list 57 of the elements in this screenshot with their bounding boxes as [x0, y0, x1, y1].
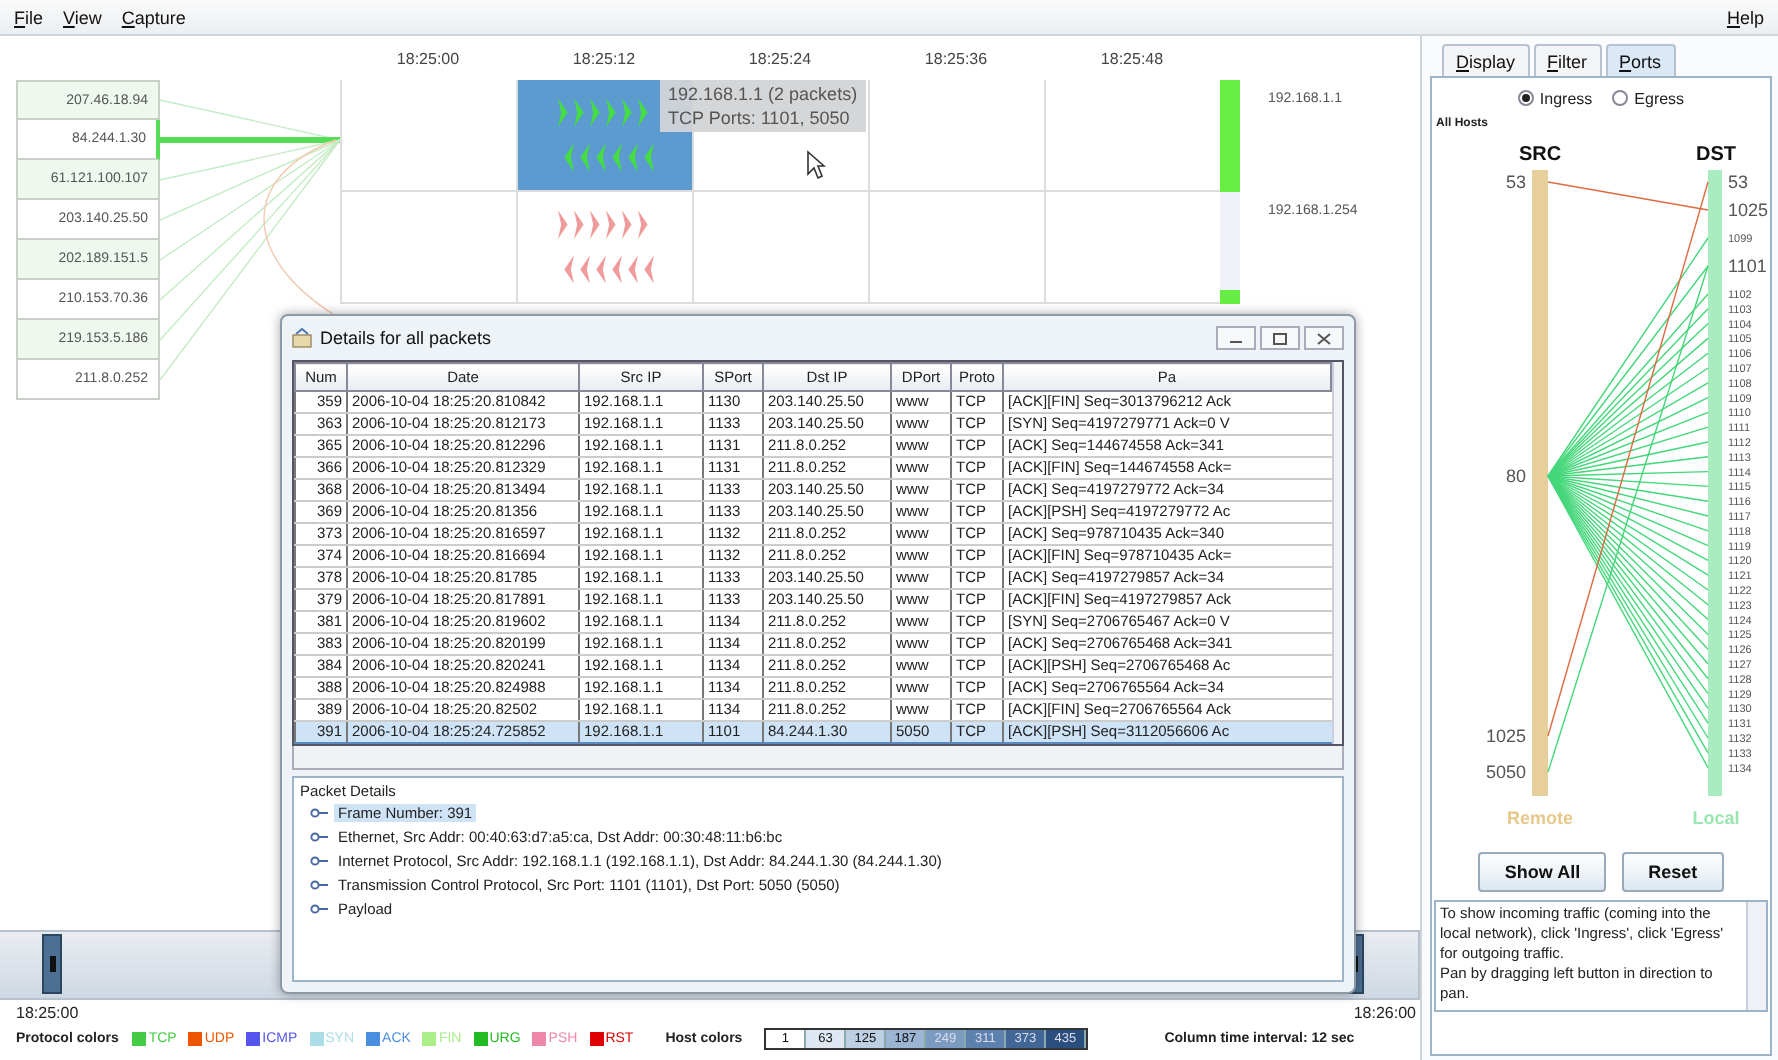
close-button[interactable] [1304, 326, 1344, 350]
radio-label: Ingress [1539, 89, 1593, 107]
port-label: 5050 [1485, 762, 1526, 782]
tooltip: 192.168.1.1 (2 packets) TCP Ports: 1101, 5050 [660, 80, 866, 132]
slider-handle[interactable] [42, 934, 62, 994]
timeline-cell[interactable] [516, 192, 692, 304]
tab[interactable]: Ports [1605, 44, 1676, 76]
tab[interactable]: Display [1442, 44, 1530, 76]
scrollbar[interactable] [1746, 902, 1766, 1010]
scrollbar[interactable] [292, 746, 1344, 770]
axis-caption: Remote [1507, 808, 1573, 828]
menu-item[interactable]: View [53, 7, 112, 27]
menu-item[interactable]: Capture [111, 7, 196, 27]
expand-handle-icon[interactable] [310, 856, 328, 866]
port-label: 1025 [1485, 726, 1526, 746]
close-icon [1316, 331, 1332, 345]
expand-handle-icon[interactable] [310, 832, 328, 842]
window-icon [292, 328, 312, 348]
port-label: 53 [1728, 172, 1749, 192]
axis-title: SRC [1518, 144, 1562, 166]
port-label: 1025 [1728, 200, 1769, 220]
minimize-button[interactable] [1216, 326, 1256, 350]
radio-button[interactable] [1517, 90, 1534, 106]
timeline-cell[interactable] [868, 80, 1044, 192]
time-label: 18:25:12 [570, 49, 638, 67]
radio-label: Egress [1634, 89, 1685, 107]
timeline-cell[interactable] [868, 192, 1044, 304]
time-label: 18:25:48 [1098, 49, 1166, 67]
expand-handle-icon[interactable] [310, 904, 328, 914]
timeline-cell[interactable] [692, 192, 868, 304]
range-end-time: 18:26:00 [1353, 1004, 1416, 1022]
timeline-cell[interactable] [1044, 80, 1220, 192]
port-label: 1101 [1728, 256, 1767, 276]
timeline-cell[interactable] [340, 80, 516, 192]
maximize-icon [1272, 331, 1288, 345]
range-start-time: 18:25:00 [16, 1004, 79, 1022]
scrollbar[interactable] [1332, 362, 1342, 744]
port-label: 80 [1505, 466, 1526, 486]
timeline-cell[interactable] [340, 192, 516, 304]
port-label: 53 [1505, 172, 1526, 192]
menu-item[interactable]: File [4, 7, 54, 27]
action-button[interactable]: Reset [1622, 852, 1724, 892]
tab[interactable]: Filter [1533, 44, 1602, 76]
action-button[interactable]: Show All [1478, 852, 1607, 892]
maximize-button[interactable] [1260, 326, 1300, 350]
radio-button[interactable] [1612, 90, 1629, 106]
axis-caption: Local [1692, 808, 1740, 828]
time-label: 18:25:36 [922, 49, 990, 67]
axis-title: DST [1696, 144, 1736, 166]
time-label: 18:25:24 [746, 49, 814, 67]
pointer-icon [806, 150, 826, 180]
menu-item[interactable]: Help [1716, 7, 1774, 27]
expand-handle-icon[interactable] [310, 808, 328, 818]
window-title: Details for all packets [320, 328, 492, 348]
expand-handle-icon[interactable] [310, 880, 328, 890]
time-label: 18:25:00 [394, 49, 462, 67]
timeline-cell[interactable] [1044, 192, 1220, 304]
